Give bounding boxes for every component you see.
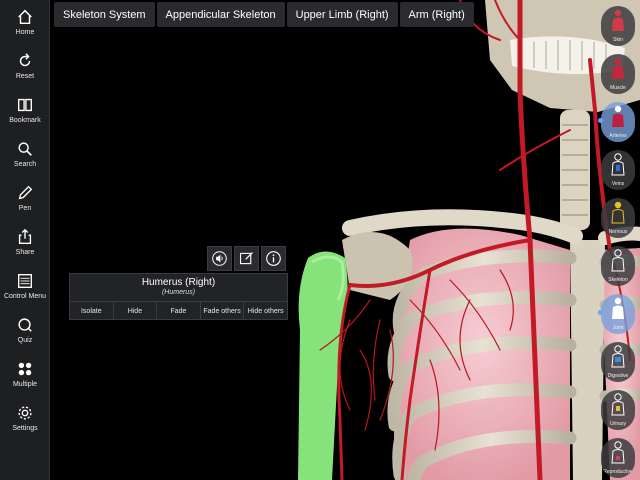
layer-muscle-label: Muscle: [610, 85, 626, 91]
layer-reproductive-label: Reproductive: [603, 469, 633, 475]
isolate-button[interactable]: Isolate: [70, 302, 114, 320]
layer-muscle[interactable]: Muscle: [601, 54, 635, 94]
body-figure-icon: [612, 105, 624, 127]
home-button[interactable]: Home: [0, 0, 50, 44]
pen-button[interactable]: Pen: [0, 176, 50, 220]
quiz-label: Quiz: [17, 337, 33, 344]
body-figure-icon: [612, 297, 624, 319]
layer-urinary[interactable]: Urinary: [601, 390, 635, 430]
layer-nervous[interactable]: Nervous: [601, 198, 635, 238]
hide-others-button[interactable]: Hide others: [244, 302, 287, 320]
layer-veins-label: Veins: [611, 181, 625, 187]
structure-info-panel: Humerus (Right) (Humerus) Isolate Hide F…: [69, 273, 288, 320]
breadcrumb-upper-limb[interactable]: Upper Limb (Right): [286, 2, 398, 27]
pen-icon: [18, 185, 33, 200]
notes-button[interactable]: [234, 246, 259, 271]
search-label: Search: [13, 161, 37, 168]
settings-button[interactable]: Settings: [0, 396, 50, 440]
layer-digestive-label: Digestive: [607, 373, 629, 379]
body-figure-icon: [612, 9, 624, 31]
breadcrumb: Skeleton System Appendicular Skeleton Up…: [54, 2, 476, 27]
audio-button[interactable]: [207, 246, 232, 271]
hide-button[interactable]: Hide: [114, 302, 158, 320]
search-button[interactable]: Search: [0, 132, 50, 176]
reset-label: Reset: [15, 73, 35, 80]
layer-joint[interactable]: Joint: [601, 294, 635, 334]
layer-skin-label: Skin: [613, 37, 623, 43]
bookmark-button[interactable]: Bookmark: [0, 88, 50, 132]
bookmark-label: Bookmark: [9, 117, 41, 124]
control-menu-label: Control Menu: [3, 293, 47, 300]
fade-button[interactable]: Fade: [157, 302, 201, 320]
control-menu-icon: [18, 274, 32, 288]
breadcrumb-skeleton-system[interactable]: Skeleton System: [54, 2, 155, 27]
layer-skin[interactable]: Skin: [601, 6, 635, 46]
layer-digestive[interactable]: Digestive: [601, 342, 635, 382]
structure-panel-tools: [207, 246, 286, 271]
layer-urinary-label: Urinary: [609, 421, 627, 427]
gear-icon: [18, 406, 32, 420]
speaker-icon: [212, 251, 227, 266]
body-figure-icon: [611, 153, 625, 176]
scapula: [342, 232, 413, 300]
body-figure-icon: [611, 393, 625, 416]
layer-skeleton-label: Skeleton: [608, 277, 628, 283]
layer-veins[interactable]: Veins: [601, 150, 635, 190]
quiz-icon: [18, 318, 32, 332]
info-button[interactable]: [261, 246, 286, 271]
layer-bar: Skin Muscle Arteries Veins Nervous Skele…: [598, 0, 640, 480]
pen-label: Pen: [18, 205, 32, 212]
settings-label: Settings: [12, 425, 38, 432]
search-icon: [18, 142, 32, 156]
body-figure-icon: [611, 345, 625, 368]
control-menu-button[interactable]: Control Menu: [0, 264, 50, 308]
multiple-label: Multiple: [12, 381, 38, 388]
body-figure-icon: [611, 441, 625, 464]
breadcrumb-appendicular-skeleton[interactable]: Appendicular Skeleton: [156, 2, 285, 27]
share-icon: [18, 228, 32, 244]
multiple-button[interactable]: Multiple: [0, 352, 50, 396]
home-label: Home: [15, 29, 35, 36]
layer-arteries-label: Arteries: [609, 133, 627, 139]
share-label: Share: [15, 249, 35, 256]
layer-reproductive[interactable]: Reproductive: [601, 438, 635, 478]
info-icon: [266, 251, 281, 266]
layer-arteries[interactable]: Arteries: [601, 102, 635, 142]
body-figure-icon: [611, 249, 625, 272]
reset-button[interactable]: Reset: [0, 44, 50, 88]
book-icon: [18, 98, 32, 112]
body-figure-icon: [611, 201, 625, 224]
anatomy-3d-viewport[interactable]: [50, 0, 640, 480]
anatomy-model: [298, 0, 640, 480]
structure-title: Humerus (Right): [141, 277, 216, 288]
layer-skeleton[interactable]: Skeleton: [601, 246, 635, 286]
share-button[interactable]: Share: [0, 220, 50, 264]
reset-icon: [19, 53, 31, 67]
body-figure-icon: [612, 57, 624, 79]
layer-joint-label: Joint: [612, 325, 624, 331]
structure-actions: Isolate Hide Fade Fade others Hide other…: [70, 301, 287, 320]
fade-others-button[interactable]: Fade others: [201, 302, 245, 320]
layer-nervous-label: Nervous: [608, 229, 628, 235]
structure-latin-name: (Humerus): [161, 289, 196, 296]
left-toolbar: Home Reset Bookmark Search Pen Share Con…: [0, 0, 50, 480]
quiz-button[interactable]: Quiz: [0, 308, 50, 352]
home-icon: [18, 9, 32, 25]
breadcrumb-arm[interactable]: Arm (Right): [399, 2, 474, 27]
multiple-icon: [18, 362, 32, 376]
edit-note-icon: [239, 252, 253, 265]
